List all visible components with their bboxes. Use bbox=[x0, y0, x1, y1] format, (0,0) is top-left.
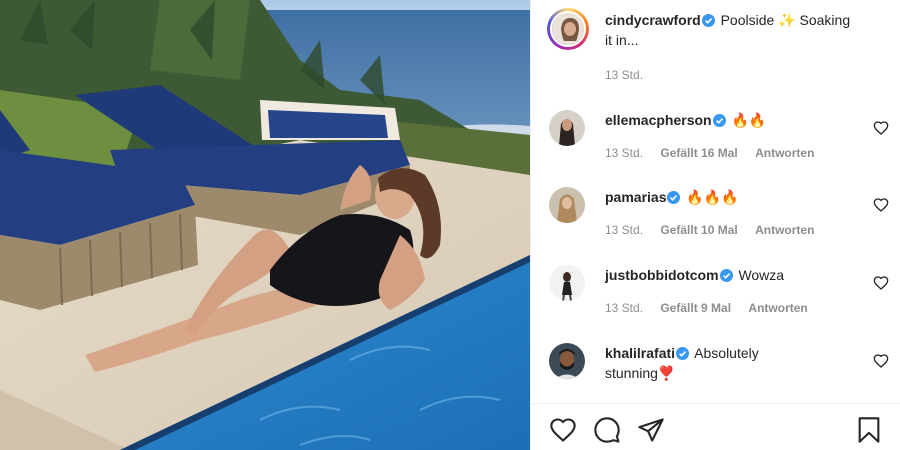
avatar-image bbox=[552, 13, 584, 45]
comment-body: khalilrafati Absolutely stunning❣️ bbox=[605, 343, 865, 383]
comment-text-continued: stunning❣️ bbox=[605, 365, 676, 381]
instagram-post: cindycrawford Poolside ✨ Soaking it in..… bbox=[0, 0, 900, 450]
username-link[interactable]: khalilrafati bbox=[605, 345, 675, 361]
avatar-image bbox=[549, 110, 585, 146]
comment-text: 🔥🔥🔥 bbox=[686, 189, 739, 205]
comments-panel: cindycrawford Poolside ✨ Soaking it in..… bbox=[530, 0, 900, 450]
post-photo[interactable] bbox=[0, 0, 530, 450]
comment-text: Wowza bbox=[738, 267, 785, 283]
comment-text: 🔥🔥 bbox=[731, 112, 767, 128]
paper-plane-icon[interactable] bbox=[637, 416, 665, 444]
reply-button[interactable]: Antworten bbox=[755, 223, 814, 237]
avatar-khalilrafati[interactable] bbox=[549, 343, 585, 379]
caption-meta: 13 Std. bbox=[605, 68, 657, 82]
verified-badge-icon bbox=[712, 114, 726, 127]
heart-icon[interactable] bbox=[873, 197, 889, 213]
caption-text-continued: it in... bbox=[605, 32, 639, 48]
post-action-bar bbox=[531, 403, 900, 450]
reply-button[interactable]: Antworten bbox=[755, 146, 814, 160]
caption-text: Poolside ✨ Soaking bbox=[720, 12, 851, 28]
comment-time: 13 Std. bbox=[605, 223, 644, 237]
bookmark-icon[interactable] bbox=[855, 416, 883, 444]
username-link[interactable]: pamarias bbox=[605, 189, 666, 205]
heart-icon[interactable] bbox=[873, 275, 889, 291]
verified-badge-icon bbox=[719, 269, 733, 282]
comment-likes[interactable]: Gefällt 9 Mal bbox=[660, 301, 731, 315]
username-link[interactable]: cindycrawford bbox=[605, 12, 701, 28]
reply-button[interactable]: Antworten bbox=[748, 301, 807, 315]
avatar-image bbox=[549, 343, 585, 379]
comment-time: 13 Std. bbox=[605, 146, 644, 160]
username-link[interactable]: justbobbidotcom bbox=[605, 267, 719, 283]
caption-body: cindycrawford Poolside ✨ Soaking it in..… bbox=[605, 10, 865, 50]
avatar-image bbox=[549, 265, 585, 301]
verified-badge-icon bbox=[701, 14, 715, 27]
comment-bubble-icon[interactable] bbox=[593, 416, 621, 444]
comment-likes[interactable]: Gefällt 10 Mal bbox=[660, 223, 737, 237]
avatar-justbobbidotcom[interactable] bbox=[549, 265, 585, 301]
comment-body: pamarias 🔥🔥🔥 bbox=[605, 187, 865, 207]
avatar-ellemacpherson[interactable] bbox=[549, 110, 585, 146]
poolside-photo bbox=[0, 0, 530, 450]
avatar-pamarias[interactable] bbox=[549, 187, 585, 223]
heart-icon[interactable] bbox=[549, 416, 577, 444]
comment-likes[interactable]: Gefällt 16 Mal bbox=[660, 146, 737, 160]
heart-icon[interactable] bbox=[873, 353, 889, 369]
caption-time: 13 Std. bbox=[605, 68, 644, 82]
comment-text: Absolutely bbox=[694, 345, 759, 361]
comments-list[interactable]: cindycrawford Poolside ✨ Soaking it in..… bbox=[531, 0, 900, 403]
comment-body: ellemacpherson 🔥🔥 bbox=[605, 110, 865, 130]
comment-meta: 13 Std. Gefällt 10 Mal Antworten bbox=[605, 223, 828, 237]
verified-badge-icon bbox=[667, 191, 681, 204]
comment-meta: 13 Std. Gefällt 16 Mal Antworten bbox=[605, 146, 828, 160]
verified-badge-icon bbox=[676, 347, 690, 360]
avatar-image bbox=[549, 187, 585, 223]
comment-body: justbobbidotcom Wowza bbox=[605, 265, 865, 285]
heart-icon[interactable] bbox=[873, 120, 889, 136]
comment-meta: 13 Std. Gefällt 9 Mal Antworten bbox=[605, 301, 822, 315]
username-link[interactable]: ellemacpherson bbox=[605, 112, 712, 128]
avatar-cindycrawford[interactable] bbox=[547, 8, 589, 50]
comment-time: 13 Std. bbox=[605, 301, 644, 315]
